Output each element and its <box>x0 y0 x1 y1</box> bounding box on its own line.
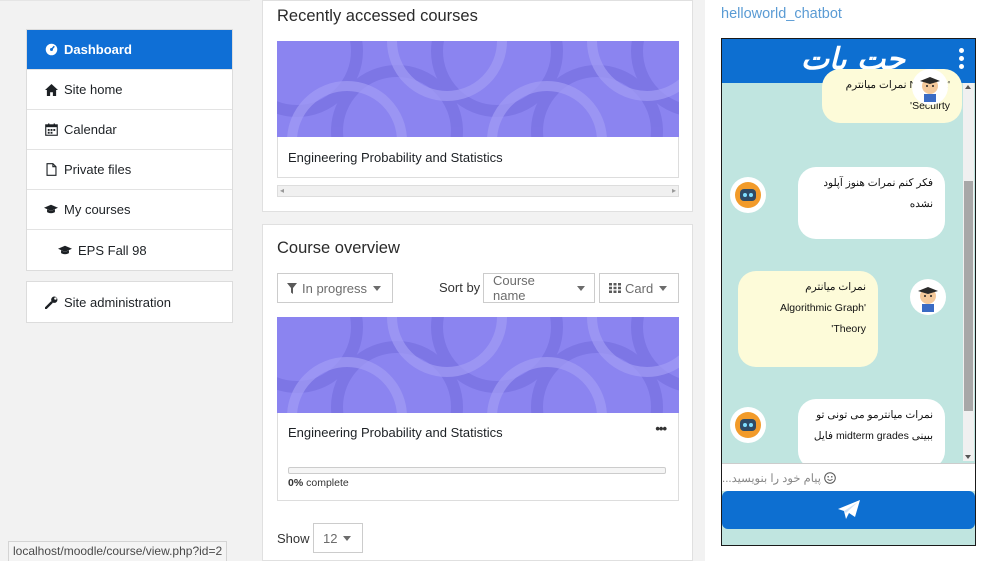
course-overview-title: Course overview <box>277 239 400 257</box>
chat-message-user: نمرات میانترم 'Algorithmic Graph Theory' <box>738 271 878 367</box>
status-bar-url: localhost/moodle/course/view.php?id=2 <box>8 541 228 561</box>
course-card-body: Engineering Probability and Statistics •… <box>277 413 679 501</box>
graduation-cap-icon <box>58 245 72 256</box>
nav-item-my-courses[interactable]: My courses <box>27 190 232 230</box>
filter-icon <box>287 282 297 294</box>
recently-accessed-title: Recently accessed courses <box>277 7 478 25</box>
chat-message-line: فکر کنم نمرات هنوز آپلود <box>823 177 933 189</box>
graduation-cap-icon <box>44 204 58 215</box>
more-actions-button[interactable]: ••• <box>655 421 667 436</box>
nav-item-eps-fall-98[interactable]: EPS Fall 98 <box>27 230 232 270</box>
course-image[interactable] <box>277 41 679 137</box>
nav-item-label: Site administration <box>64 294 171 310</box>
course-name-box: Engineering Probability and Statistics <box>277 137 679 178</box>
nav-item-label: My courses <box>64 202 131 217</box>
show-label: Show <box>277 531 310 546</box>
progress-bar <box>288 467 666 474</box>
scroll-right-icon[interactable]: ▸ <box>672 186 676 196</box>
sort-value: Course name <box>493 273 535 303</box>
chat-message-line: 'Algorithmic Graph <box>779 302 866 314</box>
page-size-value: 12 <box>323 530 338 546</box>
student-avatar-icon <box>910 279 946 315</box>
file-icon <box>44 163 58 176</box>
send-button[interactable] <box>722 491 975 529</box>
filter-label: In progress <box>302 280 368 296</box>
filter-dropdown[interactable]: In progress <box>277 273 393 303</box>
nav-item-label: Calendar <box>64 122 117 137</box>
chatbot-frame: چت بات 'Network نمرات میانترم Secuirty' … <box>721 38 976 546</box>
scroll-up-icon[interactable] <box>965 85 971 89</box>
home-icon <box>44 83 58 96</box>
nav-item-calendar[interactable]: Calendar <box>27 110 232 150</box>
course-image[interactable] <box>277 317 679 413</box>
student-avatar-icon <box>912 69 948 105</box>
chat-input-placeholder: پیام خود را بنویسید... <box>722 472 821 485</box>
kebab-menu-icon[interactable] <box>959 48 965 72</box>
horizontal-scrollbar[interactable]: ◂ ▸ <box>277 185 679 197</box>
chat-scrollbar-thumb[interactable] <box>964 181 973 411</box>
nav-item-label: Private files <box>64 162 132 177</box>
scroll-left-icon[interactable]: ◂ <box>280 186 284 196</box>
page-size-dropdown[interactable]: 12 <box>313 523 363 553</box>
chat-message-bot: فکر کنم نمرات هنوز آپلود نشده <box>798 167 945 239</box>
chat-scrollbar[interactable] <box>963 83 974 461</box>
chat-message-bot: نمرات میانترمو می تونی تو ببینی midterm … <box>798 399 945 469</box>
chat-message-line: نشده <box>909 198 933 210</box>
calendar-icon <box>44 123 58 136</box>
chevron-down-icon <box>659 285 668 291</box>
chat-message-line: نمرات میانترم <box>805 281 866 293</box>
sort-dropdown[interactable]: Course name <box>483 273 595 303</box>
view-dropdown[interactable]: Card <box>599 273 679 303</box>
chevron-down-icon <box>343 535 352 541</box>
progress-suffix: complete <box>303 477 349 489</box>
chatbot-block-title: helloworld_chatbot <box>721 6 842 22</box>
progress-percent: 0% <box>288 477 304 489</box>
sort-by-label: Sort by <box>439 280 481 295</box>
course-overview-card: Course overview In progress Sort by Cour… <box>262 224 693 561</box>
left-drawer: Dashboard Site home Calendar Private fil… <box>0 0 250 561</box>
chevron-down-icon <box>373 285 382 291</box>
chevron-down-icon <box>577 285 585 291</box>
course-link[interactable]: Engineering Probability and Statistics <box>288 150 503 165</box>
robot-avatar-icon <box>730 407 766 443</box>
scroll-down-icon[interactable] <box>965 455 971 459</box>
recently-accessed-card: Recently accessed courses Engineering Pr… <box>262 0 693 212</box>
admin-nav: Site administration <box>26 281 233 323</box>
nav-item-label: Site home <box>64 82 123 97</box>
nav-item-site-home[interactable]: Site home <box>27 70 232 110</box>
chat-message-input[interactable]: پیام خود را بنویسید... <box>722 463 975 491</box>
view-label: Card <box>625 280 654 296</box>
chat-message-line: نمرات میانترمو می تونی تو <box>816 409 933 421</box>
tachometer-icon <box>44 43 58 56</box>
nav-item-label: EPS Fall 98 <box>78 242 147 258</box>
chat-message-line: Theory' <box>831 323 866 335</box>
wrench-icon <box>44 296 58 309</box>
emoji-icon[interactable] <box>824 471 836 484</box>
nav-item-private-files[interactable]: Private files <box>27 150 232 190</box>
nav-item-label: Dashboard <box>64 42 132 57</box>
course-link[interactable]: Engineering Probability and Statistics <box>288 425 503 440</box>
grid-icon <box>609 283 621 293</box>
nav-item-dashboard[interactable]: Dashboard <box>27 30 232 70</box>
robot-avatar-icon <box>730 177 766 213</box>
paper-plane-icon <box>837 500 860 520</box>
progress-text: 0% complete <box>288 477 349 489</box>
main-nav: Dashboard Site home Calendar Private fil… <box>26 29 233 271</box>
nav-item-site-administration[interactable]: Site administration <box>27 282 232 322</box>
chat-message-line: ببینی midterm grades فایل <box>813 430 933 442</box>
